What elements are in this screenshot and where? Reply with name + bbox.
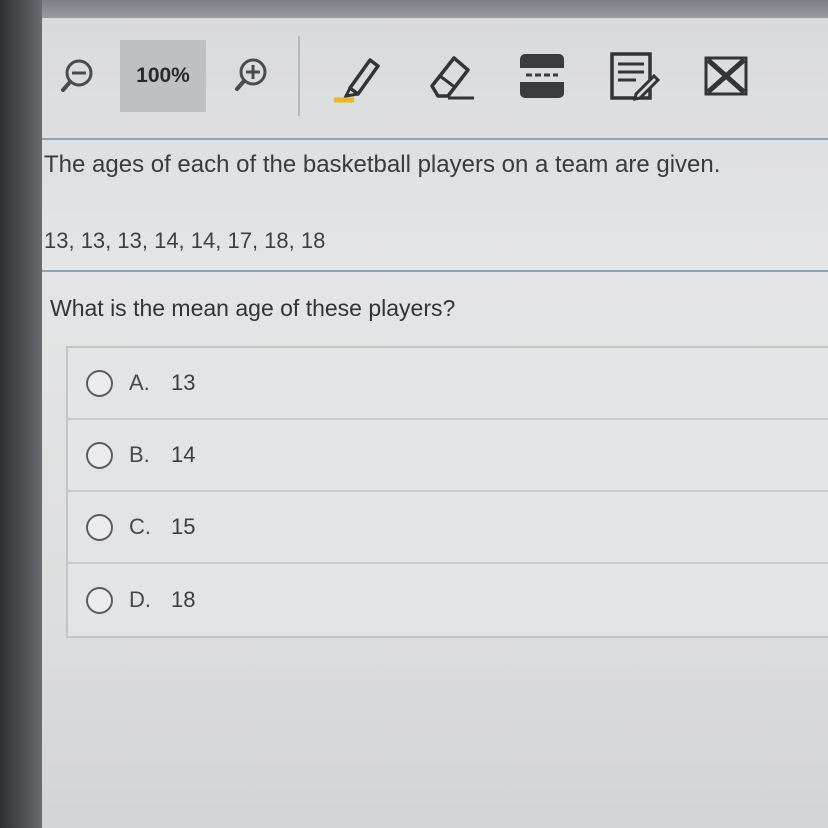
zoom-in-icon	[235, 58, 267, 91]
answer-choices: A. 13 B. 14 C. 15 D. 18	[66, 346, 828, 638]
zoom-out-button[interactable]	[36, 40, 120, 112]
radio-button[interactable]	[86, 513, 113, 541]
answer-eliminator-icon	[704, 56, 748, 96]
choice-b[interactable]: B. 14	[68, 420, 828, 492]
highlighter-icon	[334, 58, 380, 103]
choice-letter: C.	[129, 514, 151, 539]
zoom-in-button[interactable]	[206, 40, 296, 112]
line-reader-icon	[520, 54, 564, 98]
zoom-level-display: 100%	[120, 40, 206, 112]
monitor-bezel	[0, 0, 42, 828]
answer-eliminator-button[interactable]	[680, 40, 772, 112]
question-text: What is the mean age of these players?	[50, 295, 456, 321]
eraser-button[interactable]	[404, 40, 496, 112]
toolbar: 100%	[36, 28, 828, 124]
notepad-button[interactable]	[588, 40, 680, 112]
passage-text: The ages of each of the basketball playe…	[44, 151, 721, 178]
highlighter-button[interactable]	[312, 40, 404, 112]
toolbar-bottom-rule	[36, 138, 828, 140]
test-window: 100% The ages of each of the basketball …	[36, 18, 828, 828]
choice-letter: B.	[129, 442, 150, 467]
eraser-icon	[430, 56, 474, 100]
zoom-out-icon	[61, 59, 93, 92]
passage-bottom-rule	[38, 270, 828, 272]
choice-d[interactable]: D. 18	[68, 564, 828, 636]
choice-letter: D.	[129, 587, 151, 612]
line-reader-button[interactable]	[496, 40, 588, 112]
toolbar-divider	[298, 36, 300, 116]
choice-value: 18	[171, 587, 196, 612]
choice-value: 14	[171, 442, 196, 467]
choice-a[interactable]: A. 13	[68, 348, 828, 420]
radio-button[interactable]	[86, 441, 113, 469]
notepad-icon	[610, 52, 661, 101]
choice-value: 13	[171, 370, 196, 395]
choice-value: 15	[171, 514, 196, 539]
radio-button[interactable]	[86, 369, 113, 397]
choice-c[interactable]: C. 15	[68, 492, 828, 564]
choice-letter: A.	[129, 370, 150, 395]
radio-button[interactable]	[86, 586, 113, 614]
passage-data-list: 13, 13, 13, 14, 14, 17, 18, 18	[44, 228, 326, 253]
